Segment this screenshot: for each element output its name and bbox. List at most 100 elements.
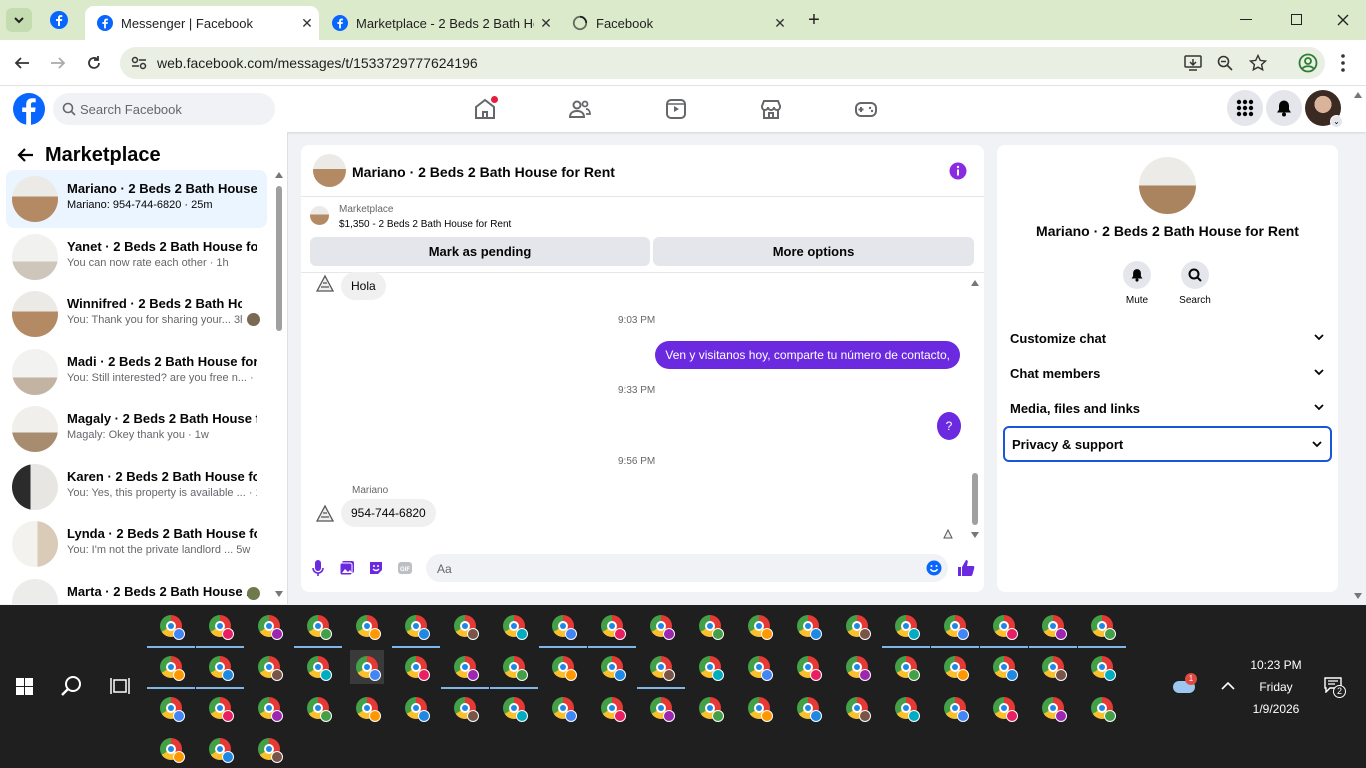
chrome-profile-taskbar-icon[interactable] — [791, 609, 825, 643]
tab-search-button[interactable] — [6, 8, 32, 32]
microphone-icon[interactable] — [312, 559, 324, 577]
chrome-profile-taskbar-icon[interactable] — [742, 609, 776, 643]
chrome-profile-taskbar-icon[interactable] — [546, 691, 580, 725]
chrome-profile-taskbar-icon[interactable] — [840, 650, 874, 684]
conversation-item[interactable]: Mariano · 2 Beds 2 Bath House ... Marian… — [6, 170, 267, 228]
bookmark-star-icon[interactable] — [1249, 54, 1267, 72]
conversation-item[interactable]: Marta · 2 Beds 2 Bath House ... — [6, 573, 267, 604]
chrome-profile-taskbar-icon[interactable] — [637, 650, 685, 689]
chrome-profile-taskbar-icon[interactable] — [497, 691, 531, 725]
chrome-profile-taskbar-icon[interactable] — [301, 691, 335, 725]
chrome-profile-taskbar-icon[interactable] — [203, 691, 237, 725]
minimize-button[interactable] — [1240, 19, 1252, 20]
gif-icon[interactable]: GIF — [397, 560, 413, 576]
nav-friends[interactable] — [568, 97, 592, 121]
chat-members-section[interactable]: Chat members — [1003, 356, 1332, 390]
sticker-icon[interactable] — [368, 560, 384, 576]
chrome-profile-taskbar-icon[interactable] — [840, 609, 874, 643]
chrome-profile-taskbar-icon[interactable] — [539, 609, 587, 648]
info-icon[interactable] — [949, 162, 967, 180]
chrome-profile-taskbar-icon[interactable] — [987, 650, 1021, 684]
media-files-links-section[interactable]: Media, files and links — [1003, 391, 1332, 425]
chrome-profile-taskbar-icon[interactable] — [931, 609, 979, 648]
task-view-icon[interactable] — [110, 677, 130, 695]
chrome-profile-taskbar-icon[interactable] — [1036, 650, 1070, 684]
chrome-profile-taskbar-icon[interactable] — [392, 609, 440, 648]
chat-title[interactable]: Mariano · 2 Beds 2 Bath House for Rent — [352, 164, 615, 180]
chrome-profile-taskbar-icon[interactable] — [497, 609, 531, 643]
chrome-profile-taskbar-icon[interactable] — [980, 609, 1028, 648]
clock-time[interactable]: 10:23 PM — [1236, 658, 1316, 672]
chrome-profile-taskbar-icon[interactable] — [399, 650, 433, 684]
nav-gaming[interactable] — [854, 97, 878, 121]
restore-button[interactable] — [1291, 14, 1302, 25]
listing-card[interactable]: Marketplace $1,350 - 2 Beds 2 Bath House… — [301, 198, 984, 234]
chrome-profile-taskbar-icon[interactable] — [791, 691, 825, 725]
chrome-profile-taskbar-icon[interactable] — [252, 691, 286, 725]
conversation-item[interactable]: Lynda · 2 Beds 2 Bath House for... You: … — [6, 515, 267, 573]
chrome-profile-taskbar-icon[interactable] — [693, 609, 727, 643]
chrome-profile-taskbar-icon[interactable] — [1085, 691, 1119, 725]
chrome-profile-taskbar-icon[interactable] — [252, 609, 286, 643]
privacy-support-section[interactable]: Privacy & support — [1003, 426, 1332, 462]
chrome-profile-taskbar-icon[interactable] — [448, 609, 482, 643]
mute-button[interactable]: Mute — [1120, 261, 1154, 306]
account-avatar[interactable]: ⌄ — [1305, 90, 1343, 128]
scroll-up-arrow[interactable] — [971, 280, 979, 286]
chrome-profile-taskbar-icon[interactable] — [252, 650, 286, 684]
conversation-item[interactable]: Yanet · 2 Beds 2 Bath House for ... You … — [6, 228, 267, 286]
chrome-profile-taskbar-icon[interactable] — [938, 691, 972, 725]
thumbs-up-icon[interactable] — [957, 559, 975, 577]
chrome-profile-taskbar-icon[interactable] — [595, 650, 629, 684]
chrome-profile-taskbar-icon[interactable] — [1078, 609, 1126, 648]
message-input[interactable]: Aa — [426, 554, 948, 582]
customize-chat-section[interactable]: Customize chat — [1003, 321, 1332, 355]
page-scroll-up-arrow[interactable] — [1354, 92, 1362, 98]
tab-messenger[interactable]: Messenger | Facebook ✕ — [85, 6, 319, 40]
clock-date[interactable]: 1/9/2026 — [1236, 702, 1316, 716]
close-window-icon[interactable] — [1337, 14, 1349, 26]
reload-button[interactable] — [82, 51, 106, 75]
notifications-button[interactable] — [1266, 90, 1302, 126]
chrome-profile-taskbar-icon[interactable] — [742, 691, 776, 725]
chrome-profile-taskbar-icon[interactable] — [147, 650, 195, 689]
chrome-profile-taskbar-icon[interactable] — [350, 650, 384, 684]
chevron-up-icon[interactable] — [1221, 681, 1235, 691]
chrome-profile-taskbar-icon[interactable] — [399, 691, 433, 725]
menu-button[interactable] — [1227, 90, 1263, 126]
chrome-profile-taskbar-icon[interactable] — [350, 691, 384, 725]
chrome-profile-taskbar-icon[interactable] — [301, 650, 335, 684]
address-bar[interactable]: web.facebook.com/messages/t/153372977762… — [120, 47, 1325, 79]
chrome-profile-taskbar-icon[interactable] — [1036, 691, 1070, 725]
chrome-profile-taskbar-icon[interactable] — [693, 650, 727, 684]
tab-facebook[interactable]: Facebook ✕ — [560, 6, 792, 40]
back-arrow-icon[interactable] — [17, 147, 34, 163]
scroll-thumb[interactable] — [276, 186, 282, 331]
chrome-profile-taskbar-icon[interactable] — [154, 732, 188, 766]
nav-watch[interactable] — [664, 97, 688, 121]
clock-day[interactable]: Friday — [1236, 680, 1316, 694]
facebook-search-input[interactable]: Search Facebook — [53, 93, 275, 125]
search-icon[interactable] — [61, 675, 83, 697]
chrome-profile-taskbar-icon[interactable] — [203, 732, 237, 766]
sidebar-scrollbar[interactable] — [275, 172, 283, 597]
chrome-profile-taskbar-icon[interactable] — [441, 650, 489, 689]
site-settings-icon[interactable] — [131, 56, 147, 70]
forward-button[interactable] — [46, 51, 70, 75]
chrome-profile-taskbar-icon[interactable] — [889, 650, 923, 684]
more-options-button[interactable]: More options — [653, 237, 974, 266]
profile-icon[interactable] — [1298, 53, 1318, 73]
chrome-profile-taskbar-icon[interactable] — [644, 609, 678, 643]
chrome-profile-taskbar-icon[interactable] — [595, 691, 629, 725]
chrome-profile-taskbar-icon[interactable] — [147, 609, 195, 648]
chrome-profile-taskbar-icon[interactable] — [350, 609, 384, 643]
chrome-profile-taskbar-icon[interactable] — [448, 691, 482, 725]
conversation-item[interactable]: Karen · 2 Beds 2 Bath House for... You: … — [6, 458, 267, 516]
chrome-profile-taskbar-icon[interactable] — [987, 691, 1021, 725]
chrome-profile-taskbar-icon[interactable] — [742, 650, 776, 684]
gallery-icon[interactable] — [339, 560, 355, 576]
scroll-thumb[interactable] — [972, 473, 978, 525]
chat-avatar[interactable] — [313, 154, 346, 187]
chrome-profile-taskbar-icon[interactable] — [252, 732, 286, 766]
close-tab-icon[interactable]: ✕ — [295, 15, 319, 32]
